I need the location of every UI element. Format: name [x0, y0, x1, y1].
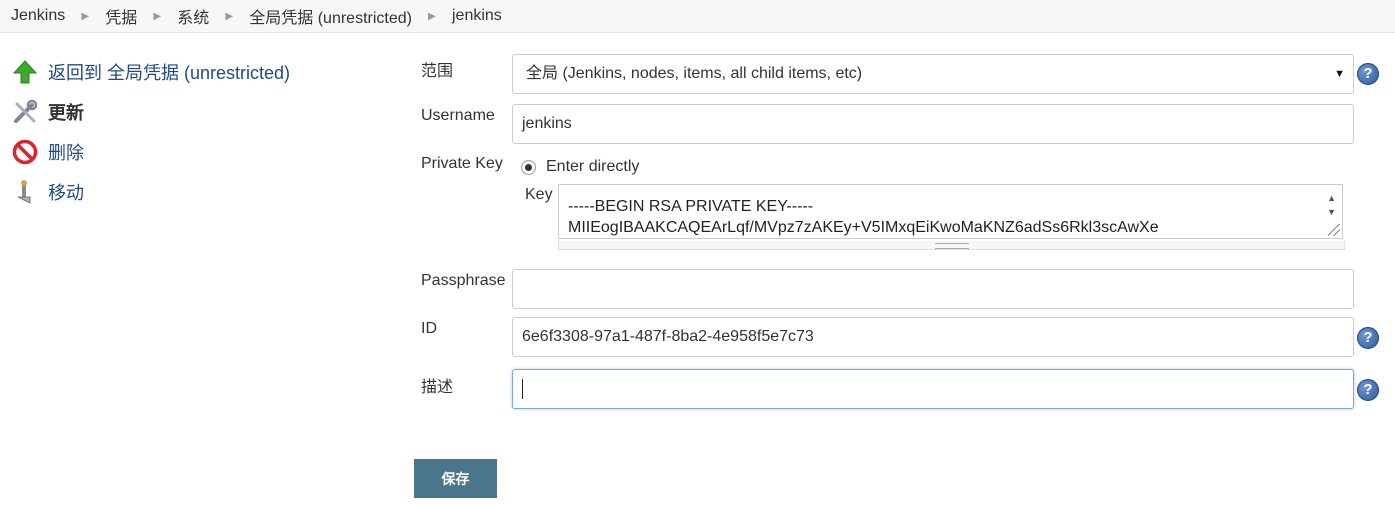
id-label: ID [421, 320, 437, 337]
scope-select-value: 全局 (Jenkins, nodes, items, all child ite… [526, 65, 863, 82]
side-item-move[interactable]: 移动 [11, 172, 391, 212]
breadcrumb: Jenkins 凭据 系统 全局凭据 (unrestricted) jenkin… [0, 0, 1395, 33]
chevron-right-icon [137, 11, 177, 22]
enter-directly-label: Enter directly [546, 158, 640, 175]
side-item-back-label[interactable]: 返回到 全局凭据 (unrestricted) [48, 59, 290, 85]
save-button[interactable]: 保存 [414, 459, 497, 498]
help-icon[interactable]: ? [1357, 63, 1379, 85]
passphrase-label: Passphrase [421, 272, 506, 289]
breadcrumb-item-global-credentials[interactable]: 全局凭据 (unrestricted) [249, 4, 412, 28]
dropdown-arrow-icon: ▼ [1334, 68, 1345, 80]
side-item-update[interactable]: 更新 [11, 92, 391, 132]
scope-label: 范围 [421, 63, 454, 80]
text-caret [522, 378, 523, 399]
side-item-delete[interactable]: 删除 [11, 132, 391, 172]
help-icon[interactable]: ? [1357, 327, 1379, 349]
resize-handle-icon[interactable] [1328, 224, 1340, 236]
breadcrumb-item-jenkins[interactable]: Jenkins [11, 7, 65, 25]
id-value: 6e6f3308-97a1-487f-8ba2-4e958f5e7c73 [522, 328, 814, 345]
chevron-right-icon [209, 11, 249, 22]
breadcrumb-item-system[interactable]: 系统 [177, 4, 209, 28]
breadcrumb-item-credentials[interactable]: 凭据 [105, 4, 137, 28]
key-textarea[interactable]: -----BEGIN RSA PRIVATE KEY----- MIIEogIB… [558, 184, 1343, 239]
tools-icon [11, 98, 39, 126]
private-key-label: Private Key [421, 155, 503, 172]
chevron-right-icon [412, 11, 452, 22]
side-item-move-label[interactable]: 移动 [48, 179, 84, 205]
help-icon[interactable]: ? [1357, 379, 1379, 401]
side-item-delete-label[interactable]: 删除 [48, 139, 84, 165]
side-panel: 返回到 全局凭据 (unrestricted) 更新 删除 移动 [11, 52, 391, 212]
chevron-right-icon [65, 11, 105, 22]
prohibited-icon [11, 138, 39, 166]
passphrase-input[interactable] [512, 269, 1354, 309]
move-icon [11, 178, 39, 206]
username-label: Username [421, 107, 495, 124]
key-label: Key [525, 186, 553, 203]
key-line: MIIEogIBAAKCAQEArLqf/MVpz7zAKEy+V5IMxqEi… [568, 219, 1159, 236]
enter-directly-radio[interactable] [521, 159, 536, 175]
textarea-resize-grip[interactable] [558, 241, 1345, 250]
description-label: 描述 [421, 379, 454, 396]
side-item-back[interactable]: 返回到 全局凭据 (unrestricted) [11, 52, 391, 92]
username-value: jenkins [522, 115, 572, 132]
breadcrumb-item-current[interactable]: jenkins [452, 7, 502, 25]
description-input[interactable] [512, 369, 1354, 409]
enter-directly-option[interactable]: Enter directly [521, 158, 639, 176]
side-item-update-label[interactable]: 更新 [48, 99, 84, 125]
up-arrow-icon [11, 58, 39, 86]
username-input[interactable]: jenkins [512, 104, 1354, 144]
key-line: -----BEGIN RSA PRIVATE KEY----- [568, 198, 814, 215]
scope-select[interactable]: 全局 (Jenkins, nodes, items, all child ite… [512, 54, 1354, 94]
scroll-down-icon[interactable]: ▼ [1327, 202, 1336, 223]
id-input[interactable]: 6e6f3308-97a1-487f-8ba2-4e958f5e7c73 [512, 317, 1354, 357]
